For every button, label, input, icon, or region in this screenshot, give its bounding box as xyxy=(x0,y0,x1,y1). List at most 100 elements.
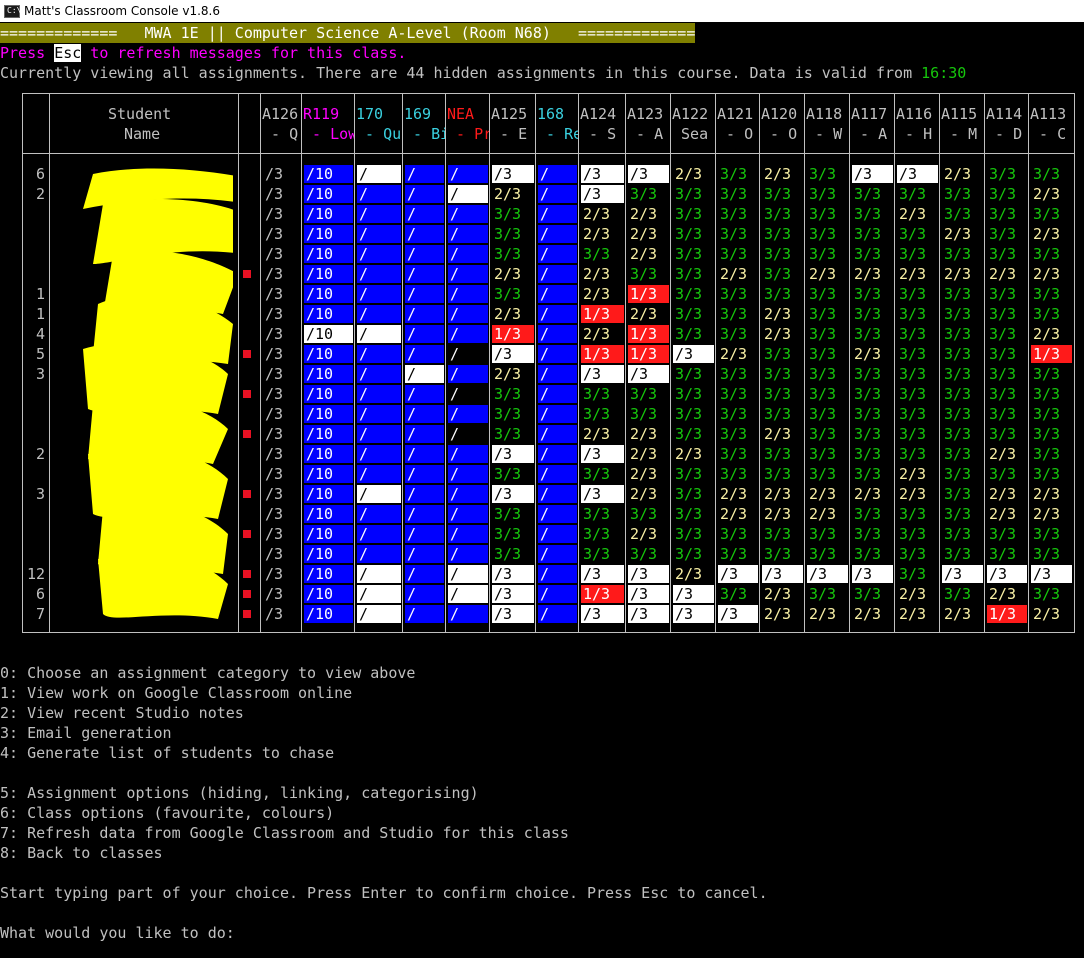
grade-cell[interactable]: / xyxy=(538,585,577,603)
grade-cell[interactable]: / xyxy=(357,345,401,363)
grade-cell[interactable]: 3/3 xyxy=(897,285,938,303)
column-subheader[interactable]: - O xyxy=(717,124,759,144)
grade-cell[interactable]: 3/3 xyxy=(987,525,1027,543)
grade-cell[interactable]: 3/3 xyxy=(673,185,714,203)
grade-cell[interactable]: 2/3 xyxy=(807,485,848,503)
grade-cell[interactable]: / xyxy=(405,565,444,583)
grade-cell[interactable]: / xyxy=(448,605,488,623)
grade-cell[interactable]: / xyxy=(538,305,577,323)
grade-cell[interactable]: /3 xyxy=(628,585,669,603)
grade-cell[interactable]: / xyxy=(538,365,577,383)
grade-cell[interactable]: /3 xyxy=(987,565,1027,583)
grade-cell[interactable]: 3/3 xyxy=(1031,385,1072,403)
grade-cell[interactable]: /10 xyxy=(304,185,353,203)
grade-cell[interactable]: 2/3 xyxy=(897,265,938,283)
grade-cell[interactable]: 2/3 xyxy=(942,265,983,283)
column-header-170[interactable]: 170 xyxy=(356,104,402,124)
grade-cell[interactable]: /3 xyxy=(581,185,624,203)
grade-cell[interactable]: 3/3 xyxy=(942,185,983,203)
grade-cell[interactable]: 2/3 xyxy=(581,205,624,223)
grade-cell[interactable]: 2/3 xyxy=(628,305,669,323)
grade-cell[interactable]: /10 xyxy=(304,505,353,523)
grade-cell[interactable]: 3/3 xyxy=(807,245,848,263)
grade-cell[interactable]: 3/3 xyxy=(852,225,893,243)
grade-cell[interactable]: / xyxy=(357,565,401,583)
grade-cell[interactable]: / xyxy=(357,505,401,523)
grade-cell[interactable]: 3/3 xyxy=(673,225,714,243)
column-subheader[interactable]: - Pr xyxy=(447,124,489,144)
grade-cell[interactable]: 3/3 xyxy=(492,245,534,263)
grade-cell[interactable]: / xyxy=(448,205,488,223)
grade-cell[interactable]: 3/3 xyxy=(807,185,848,203)
column-header-A124[interactable]: A124 xyxy=(580,104,625,124)
grade-cell[interactable]: 2/3 xyxy=(987,485,1027,503)
grade-cell[interactable]: / xyxy=(448,305,488,323)
grade-cell[interactable]: 2/3 xyxy=(1031,605,1072,623)
grade-cell[interactable]: 3/3 xyxy=(673,245,714,263)
grade-cell[interactable]: 3/3 xyxy=(852,465,893,483)
grade-cell[interactable]: / xyxy=(405,445,444,463)
grade-cell[interactable]: 3/3 xyxy=(987,285,1027,303)
grade-cell[interactable]: 3/3 xyxy=(987,325,1027,343)
column-header-A121[interactable]: A121 xyxy=(717,104,759,124)
grade-cell[interactable]: / xyxy=(405,325,444,343)
grade-cell[interactable]: / xyxy=(405,405,444,423)
grade-cell[interactable]: 1/3 xyxy=(492,325,534,343)
grade-cell[interactable]: 2/3 xyxy=(1031,185,1072,203)
grade-cell[interactable]: 2/3 xyxy=(1031,325,1072,343)
grade-cell[interactable]: /3 xyxy=(581,165,624,183)
grade-cell[interactable]: / xyxy=(538,285,577,303)
grade-cell[interactable]: 2/3 xyxy=(897,205,938,223)
menu-option-0[interactable]: 0: Choose an assignment category to view… xyxy=(0,663,415,683)
menu-option-1[interactable]: 1: View work on Google Classroom online xyxy=(0,683,352,703)
grade-cell[interactable]: 3/3 xyxy=(673,205,714,223)
grade-cell[interactable]: / xyxy=(538,565,577,583)
grade-cell[interactable]: / xyxy=(448,365,488,383)
grade-cell[interactable]: 3/3 xyxy=(762,245,803,263)
grade-cell[interactable]: /3 xyxy=(492,565,534,583)
column-header-A118[interactable]: A118 xyxy=(806,104,849,124)
column-subheader[interactable]: - A xyxy=(851,124,894,144)
column-header-A120[interactable]: A120 xyxy=(761,104,804,124)
grade-cell[interactable]: 2/3 xyxy=(628,445,669,463)
grade-cell[interactable]: / xyxy=(538,265,577,283)
grade-cell[interactable]: / xyxy=(448,245,488,263)
grade-cell[interactable]: 3/3 xyxy=(852,205,893,223)
grade-cell[interactable]: 3/3 xyxy=(987,345,1027,363)
grade-cell[interactable]: 2/3 xyxy=(762,425,803,443)
grade-cell[interactable]: 3/3 xyxy=(628,385,669,403)
grade-cell[interactable]: 3/3 xyxy=(581,385,624,403)
grade-cell[interactable]: 2/3 xyxy=(492,185,534,203)
grade-cell[interactable]: 2/3 xyxy=(628,525,669,543)
grade-cell[interactable]: 3/3 xyxy=(987,465,1027,483)
grade-cell[interactable]: /3 xyxy=(263,585,300,603)
grade-cell[interactable]: /3 xyxy=(263,425,300,443)
grade-cell[interactable]: 1/3 xyxy=(628,345,669,363)
grade-cell[interactable]: 3/3 xyxy=(1031,205,1072,223)
grade-cell[interactable]: /10 xyxy=(304,465,353,483)
grade-cell[interactable]: /3 xyxy=(263,405,300,423)
grade-cell[interactable]: /3 xyxy=(263,325,300,343)
grade-cell[interactable]: 3/3 xyxy=(852,545,893,563)
grade-cell[interactable]: / xyxy=(538,225,577,243)
column-subheader[interactable]: - D xyxy=(986,124,1028,144)
grade-cell[interactable]: / xyxy=(538,185,577,203)
column-header-168[interactable]: 168 xyxy=(537,104,578,124)
grade-cell[interactable]: / xyxy=(405,165,444,183)
grade-cell[interactable]: 2/3 xyxy=(673,565,714,583)
grade-cell[interactable]: 3/3 xyxy=(807,385,848,403)
grade-cell[interactable]: 2/3 xyxy=(807,265,848,283)
grade-cell[interactable]: / xyxy=(448,385,488,403)
grade-cell[interactable]: 3/3 xyxy=(718,445,758,463)
grade-cell[interactable]: / xyxy=(448,325,488,343)
grade-cell[interactable]: /3 xyxy=(263,445,300,463)
grade-cell[interactable]: 2/3 xyxy=(628,485,669,503)
grade-cell[interactable]: / xyxy=(357,305,401,323)
grade-cell[interactable]: 3/3 xyxy=(492,505,534,523)
grade-cell[interactable]: 3/3 xyxy=(807,325,848,343)
grade-cell[interactable]: / xyxy=(405,205,444,223)
grade-cell[interactable]: 3/3 xyxy=(852,245,893,263)
grade-cell[interactable]: 3/3 xyxy=(762,185,803,203)
column-subheader[interactable]: - M xyxy=(941,124,984,144)
grade-cell[interactable]: /3 xyxy=(263,265,300,283)
